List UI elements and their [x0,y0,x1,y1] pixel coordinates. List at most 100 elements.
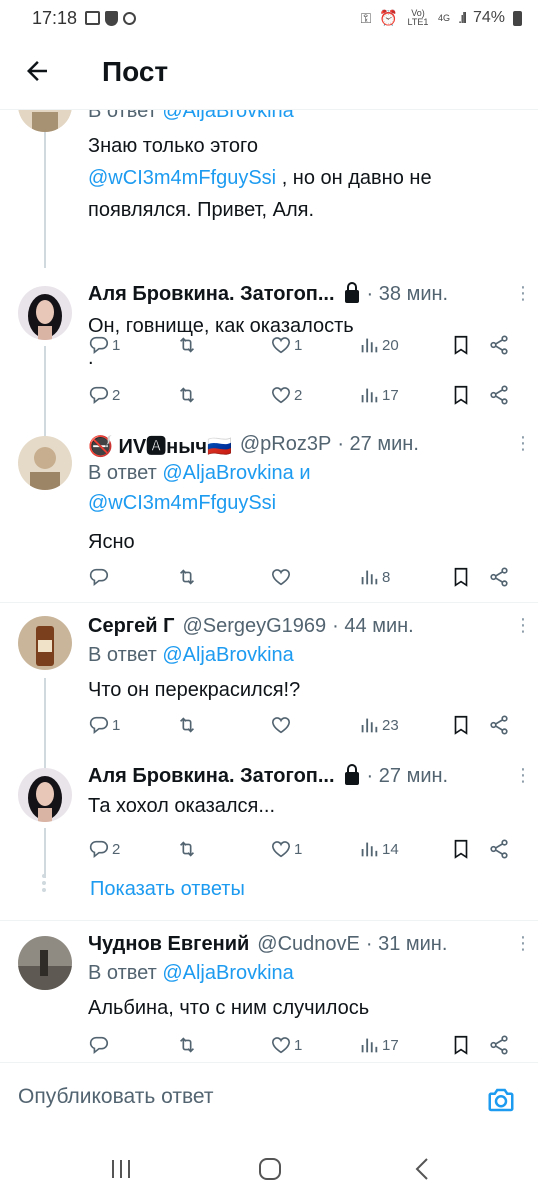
retweet-button[interactable] [176,834,200,864]
thread-line [44,828,46,878]
views-icon [361,388,378,403]
back-button[interactable] [22,56,58,92]
tweet-4[interactable]: Аля Бровкина. Затогоп... · 27 мин. Та хо… [0,754,538,884]
more-icon[interactable]: ⋮ [514,284,532,302]
reply-button[interactable]: 2 [88,834,120,864]
display-name[interactable]: Сергей Г [88,615,174,638]
reply-mention[interactable]: @wCI3m4mFfguySsi [88,492,276,514]
reply-button[interactable] [88,562,112,592]
heart-button[interactable]: 2 [270,380,302,410]
tweet-5[interactable]: Чуднов Евгений @CudnovE · 31 мин. В отве… [0,922,538,1062]
divider [0,920,538,921]
timestamp[interactable]: · 27 мин. [337,433,419,456]
views-button[interactable]: 17 [358,1030,399,1060]
retweet-icon [179,387,195,403]
photo-icon [18,936,72,990]
reply-button[interactable] [88,1030,112,1060]
avatar[interactable] [18,768,72,822]
retweet-button[interactable] [176,1030,200,1060]
recent-apps-icon[interactable] [106,1154,136,1184]
thread-feed[interactable]: В ответ @AljaBrovkina Знаю только этого … [0,110,538,1062]
reply-button[interactable]: 1 [88,710,120,740]
more-icon[interactable]: ⋮ [514,766,532,784]
views-button[interactable]: 23 [358,710,399,740]
views-button[interactable]: 8 [358,562,390,592]
portrait-drawing-icon [18,436,72,490]
thread-line [44,132,46,268]
arrow-left-icon [27,61,47,81]
display-name[interactable]: Аля Бровкина. Затогоп... [88,283,335,306]
mention-link[interactable]: @wCI3m4mFfguySsi [88,167,276,189]
home-icon[interactable] [255,1154,285,1184]
reply-mention[interactable]: @AljaBrovkina [162,110,293,122]
share-icon [490,567,508,587]
timestamp[interactable]: · 44 мин. [332,615,414,638]
bookmark-button[interactable] [450,710,472,740]
alarm-icon: ⏰ [379,10,398,27]
battery-icon [513,10,522,26]
views-button[interactable]: 17 [358,380,399,410]
timestamp[interactable]: · 31 мин. [366,933,448,956]
more-icon[interactable]: ⋮ [514,616,532,634]
likes-count: 2 [294,386,303,404]
tweet-1[interactable]: Аля Бровкина. Затогоп... · 38 мин. Он, г… [0,276,538,450]
heart-button[interactable]: 1 [270,834,302,864]
bookmark-button[interactable] [450,834,472,864]
camera-icon[interactable] [486,1085,516,1115]
display-name[interactable]: Чуднов Евгений [88,933,249,956]
tweet-3[interactable]: Сергей Г @SergeyG1969 · 44 мин. В ответ … [0,604,538,782]
reply-mention[interactable]: @AljaBrovkina [162,962,293,984]
handle[interactable]: @CudnovE [257,933,360,956]
back-nav-icon[interactable] [408,1154,438,1184]
reply-mention[interactable]: @AljaBrovkina [162,644,293,666]
replies-count: 2 [112,386,121,404]
reply-icon [89,1036,108,1055]
avatar[interactable] [18,936,72,990]
retweet-button[interactable] [176,710,200,740]
bookmark-button[interactable] [450,380,472,410]
timestamp[interactable]: · 27 мин. [367,765,449,788]
views-count: 14 [382,840,399,858]
retweet-button[interactable] [176,380,200,410]
tweet-2[interactable]: 🚭 ИV🅰ныч🇷🇺 @pRoz3P · 27 мин. В ответ @Al… [0,422,538,602]
bookmark-icon [454,385,468,405]
views-icon [361,718,378,733]
more-icon[interactable]: ⋮ [514,934,532,952]
handle[interactable]: @SergeyG1969 [182,615,326,638]
tweet-actions: 2 1 14 [88,834,518,864]
reply-and: и [299,462,311,484]
display-name[interactable]: Аля Бровкина. Затогоп... [88,765,335,788]
show-replies-link[interactable]: Показать ответы [90,878,245,901]
display-name[interactable]: 🚭 ИV🅰ныч🇷🇺 [88,430,232,459]
share-button[interactable] [488,710,510,740]
share-button[interactable] [488,562,510,592]
bookmark-button[interactable] [450,562,472,592]
heart-button[interactable] [270,710,294,740]
handle[interactable]: @pRoz3P [240,433,331,456]
share-button[interactable] [488,834,510,864]
heart-button[interactable]: 1 [270,1030,302,1060]
retweet-button[interactable] [176,562,200,592]
reply-input[interactable]: Опубликовать ответ [18,1085,214,1109]
reply-mention[interactable]: @AljaBrovkina [162,462,293,484]
tweet-0[interactable]: В ответ @AljaBrovkina Знаю только этого … [0,110,538,355]
bookmark-button[interactable] [450,1030,472,1060]
heart-button[interactable] [270,562,294,592]
more-icon[interactable]: ⋮ [514,434,532,452]
avatar[interactable] [18,286,72,340]
share-button[interactable] [488,380,510,410]
views-count: 17 [382,386,399,404]
share-button[interactable] [488,1030,510,1060]
avatar[interactable] [18,110,72,132]
reply-button[interactable]: 2 [88,380,120,410]
avatar[interactable] [18,616,72,670]
network-label: Vo) LTE1 [407,8,429,27]
views-button[interactable]: 14 [358,834,399,864]
timestamp[interactable]: · 38 мин. [367,283,449,306]
bottle-photo-icon [18,616,72,670]
reply-composer[interactable]: Опубликовать ответ [0,1062,538,1138]
avatar[interactable] [18,436,72,490]
bookmark-icon [454,839,468,859]
heart-icon [271,1037,291,1054]
tweet-actions: 8 [88,562,518,592]
